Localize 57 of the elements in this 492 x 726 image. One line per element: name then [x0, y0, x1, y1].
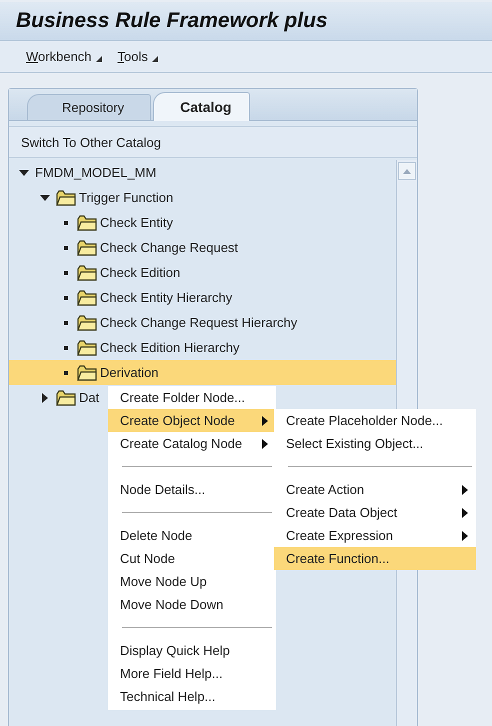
tree-node[interactable]: Check Entity Hierarchy: [9, 285, 236, 310]
menu-item[interactable]: Create Placeholder Node...: [274, 409, 476, 432]
menu-button[interactable]: Tools: [114, 49, 162, 64]
folder-icon: [77, 314, 97, 330]
menu-item[interactable]: Technical Help...: [108, 685, 276, 708]
tree-node[interactable]: Check Edition: [9, 260, 184, 285]
dropdown-triangle-icon: [96, 56, 102, 62]
menu-item[interactable]: Create Expression: [274, 524, 476, 547]
caret-down-icon[interactable]: [40, 192, 50, 202]
tree-node-label: Check Entity Hierarchy: [100, 290, 232, 305]
tab[interactable]: Catalog: [153, 92, 250, 121]
folder-icon: [56, 190, 76, 206]
tree-node-label: FMDM_MODEL_MM: [35, 165, 156, 180]
folder-icon: [77, 364, 97, 380]
folder-icon: [77, 340, 97, 356]
menu-item[interactable]: Select Existing Object...: [274, 432, 476, 455]
menu-item[interactable]: Create Action: [274, 478, 476, 501]
tree-node-label: Check Edition Hierarchy: [100, 340, 240, 355]
tree-node-label: Check Change Request: [100, 240, 238, 255]
tree-node-label: Check Change Request Hierarchy: [100, 315, 298, 330]
menu-item[interactable]: Cut Node: [108, 547, 276, 570]
tree-node[interactable]: Derivation: [9, 360, 396, 385]
tree-node-label: Dat: [79, 390, 100, 405]
folder-icon: [77, 264, 97, 280]
tree-node-label: Check Entity: [100, 215, 173, 230]
tree-node-label: Derivation: [100, 365, 159, 380]
menu-item[interactable]: Create Function...: [274, 547, 476, 570]
folder-icon: [56, 390, 76, 406]
menu-item[interactable]: Move Node Up: [108, 570, 276, 593]
tree-node[interactable]: Check Change Request: [9, 235, 242, 260]
folder-icon: [77, 240, 97, 256]
tree-node[interactable]: Check Change Request Hierarchy: [9, 310, 302, 335]
scroll-up-icon: [403, 168, 411, 174]
menu-item[interactable]: Create Object Node: [108, 409, 276, 432]
menu-item[interactable]: Create Data Object: [274, 501, 476, 524]
caret-down-icon[interactable]: [19, 168, 29, 178]
tree-node[interactable]: Trigger Function: [9, 185, 178, 210]
menu-item[interactable]: Create Catalog Node: [108, 432, 276, 455]
tab[interactable]: Repository: [27, 94, 152, 120]
folder-icon: [77, 290, 97, 306]
tree-node[interactable]: Check Edition Hierarchy: [9, 335, 244, 360]
menu-button[interactable]: Workbench: [22, 49, 106, 64]
menu-item[interactable]: Display Quick Help: [108, 639, 276, 662]
dropdown-triangle-icon: [152, 56, 158, 62]
tree-node[interactable]: Check Entity: [9, 210, 177, 235]
menu-item[interactable]: Delete Node: [108, 524, 276, 547]
caret-right-icon[interactable]: [40, 392, 50, 402]
folder-icon: [77, 214, 97, 230]
window-title: Business Rule Framework plus: [16, 9, 328, 33]
menu-item[interactable]: More Field Help...: [108, 662, 276, 685]
menu-item[interactable]: Create Folder Node...: [108, 386, 276, 409]
tree-node-label: Trigger Function: [79, 190, 174, 205]
menu-item[interactable]: Node Details...: [108, 478, 276, 501]
tree-node[interactable]: FMDM_MODEL_MM: [9, 160, 160, 185]
tree-node-label: Check Edition: [100, 265, 180, 280]
menu-item[interactable]: Move Node Down: [108, 593, 276, 616]
tree-node[interactable]: Dat: [9, 385, 104, 410]
